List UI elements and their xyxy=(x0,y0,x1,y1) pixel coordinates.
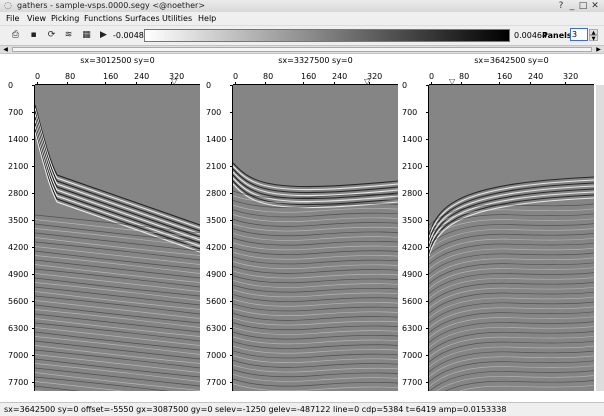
image-icon[interactable]: ▦ xyxy=(80,29,93,42)
y-tick-label: 3500 xyxy=(8,215,29,225)
x-tick-label: 160 xyxy=(497,72,513,81)
y-tick-label: 0 xyxy=(206,81,212,90)
status-text: sx=3642500 sy=0 offset=-5550 gx=3087500 … xyxy=(4,405,507,414)
seismic-traces xyxy=(233,162,398,391)
y-tick-label: 4200 xyxy=(8,242,29,252)
x-tick-label: 80 xyxy=(263,72,274,81)
x-tick-label: 240 xyxy=(528,72,544,81)
panel-header-3: sx=3642500 sy=0 xyxy=(474,56,549,65)
y-tick-label: 0 xyxy=(8,81,14,90)
menu-help[interactable]: Help xyxy=(198,14,216,23)
scroll-thumb[interactable] xyxy=(12,47,592,52)
seismic-traces xyxy=(429,176,594,391)
save-icon[interactable]: ▪ xyxy=(27,29,40,42)
minimize-button[interactable]: _ xyxy=(567,1,577,11)
menu-functions[interactable]: Functions xyxy=(84,14,122,23)
y-tick-label: 1400 xyxy=(8,134,29,144)
y-tick-label: 7000 xyxy=(402,350,423,360)
y-tick-label: 4200 xyxy=(402,242,423,252)
y-tick-label: 2800 xyxy=(8,188,29,198)
x-tick-label: 0 xyxy=(429,72,435,81)
menu-file[interactable]: File xyxy=(6,14,19,23)
y-tick-label: 6300 xyxy=(206,323,227,333)
pick-marker-icon[interactable]: ▽ xyxy=(364,77,370,86)
panels-decrement-button[interactable]: ▼ xyxy=(589,35,598,42)
menu-view[interactable]: View xyxy=(27,14,46,23)
y-tick-label: 7700 xyxy=(402,377,423,387)
y-tick-label: 7700 xyxy=(206,377,227,387)
panel-header-2: sx=3327500 sy=0 xyxy=(278,56,353,65)
y-tick-label: 700 xyxy=(402,107,418,117)
gather-panel-2[interactable] xyxy=(233,85,398,391)
y-tick-label: 5600 xyxy=(8,296,29,306)
window-title: gathers - sample-vsps.0000.segy <@noethe… xyxy=(17,1,206,10)
y-tick-label: 7000 xyxy=(206,350,227,360)
x-tick-label: 160 xyxy=(103,72,119,81)
y-tick-label: 7000 xyxy=(8,350,29,360)
gather-panel-1[interactable] xyxy=(35,85,200,391)
y-tick-label: 2800 xyxy=(402,188,423,198)
close-button[interactable]: ✕ xyxy=(590,1,600,11)
x-tick-label: 0 xyxy=(35,72,41,81)
y-tick-label: 3500 xyxy=(402,215,423,225)
y-tick-label: 7700 xyxy=(8,377,29,387)
x-tick-label: 240 xyxy=(332,72,348,81)
y-tick-label: 4900 xyxy=(402,269,423,279)
horizontal-scrollbar[interactable]: ◀ ▶ xyxy=(0,45,604,54)
y-tick-label: 4900 xyxy=(206,269,227,279)
scroll-right-icon[interactable]: ▶ xyxy=(594,46,603,53)
y-tick-label: 5600 xyxy=(402,296,423,306)
pick-marker-icon[interactable]: ▽ xyxy=(171,77,177,86)
vertical-scrollbar[interactable] xyxy=(596,85,604,391)
y-tick-label: 0 xyxy=(402,81,408,90)
help-window-button[interactable]: ? xyxy=(556,1,566,11)
x-tick-label: 0 xyxy=(233,72,239,81)
y-tick-label: 6300 xyxy=(402,323,423,333)
maximize-button[interactable]: □ xyxy=(578,1,588,11)
colorbar[interactable] xyxy=(144,29,510,42)
y-tick-label: 1400 xyxy=(206,134,227,144)
y-tick-label: 2100 xyxy=(402,161,423,171)
y-tick-label: 700 xyxy=(206,107,222,117)
menu-picking[interactable]: Picking xyxy=(51,14,79,23)
status-bar: sx=3642500 sy=0 offset=-5550 gx=3087500 … xyxy=(0,402,604,416)
menu-bar: File View Picking Functions Surfaces Uti… xyxy=(0,12,604,25)
panel-header-1: sx=3012500 sy=0 xyxy=(80,56,155,65)
y-tick-label: 3500 xyxy=(206,215,227,225)
scroll-left-icon[interactable]: ◀ xyxy=(1,46,10,53)
y-tick-label: 1400 xyxy=(402,134,423,144)
y-tick-label: 700 xyxy=(8,107,24,117)
x-tick-label: 80 xyxy=(459,72,470,81)
pick-marker-icon[interactable]: ▽ xyxy=(449,77,455,86)
x-tick-label: 80 xyxy=(65,72,76,81)
x-tick-label: 160 xyxy=(301,72,317,81)
toolbar: ⎙ ▪ ⟳ ≋ ▦ ▶ -0.00488 0.00464 Panels: 3 ▲… xyxy=(0,25,604,46)
y-tick-label: 4200 xyxy=(206,242,227,252)
app-icon: ◌ xyxy=(4,1,12,11)
menu-utilities[interactable]: Utilities xyxy=(162,14,192,23)
y-tick-label: 2100 xyxy=(8,161,29,171)
gather-panel-3[interactable] xyxy=(429,85,594,391)
print-icon[interactable]: ⎙ xyxy=(9,29,22,42)
gathers-view: sx=3012500 sy=0 0 80 160 240 320 0 700 1400 2100 2… xyxy=(0,54,604,402)
wiggle-icon[interactable]: ≋ xyxy=(62,29,75,42)
y-tick-label: 6300 xyxy=(8,323,29,333)
seismic-traces xyxy=(35,104,200,391)
panels-input[interactable]: 3 xyxy=(570,28,588,41)
play-icon[interactable]: ▶ xyxy=(97,29,110,42)
y-tick-label: 2100 xyxy=(206,161,227,171)
y-tick-label: 5600 xyxy=(206,296,227,306)
y-tick-label: 2800 xyxy=(206,188,227,198)
x-tick-label: 240 xyxy=(134,72,150,81)
menu-surfaces[interactable]: Surfaces xyxy=(125,14,160,23)
reload-icon[interactable]: ⟳ xyxy=(45,29,58,42)
y-tick-label: 4900 xyxy=(8,269,29,279)
x-tick-label: 320 xyxy=(563,72,579,81)
